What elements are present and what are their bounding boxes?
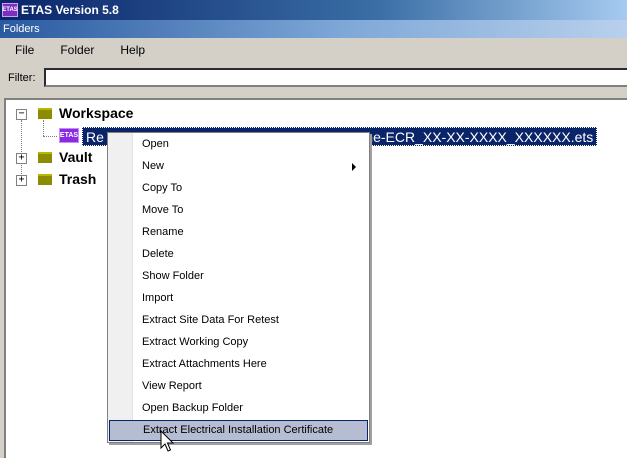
menu-item-open-backup-folder[interactable]: Open Backup Folder — [109, 398, 368, 419]
menu-item-label: Copy To — [142, 182, 183, 194]
menu-item-label: Extract Attachments Here — [142, 358, 267, 370]
trash-expand-icon[interactable]: + — [16, 175, 27, 186]
menu-item-move-to[interactable]: Move To — [109, 200, 368, 221]
menu-item-extract-attachments[interactable]: Extract Attachments Here — [109, 354, 368, 375]
menu-item-label: Show Folder — [142, 270, 204, 282]
menu-item-label: New — [142, 160, 165, 172]
tree-item-vault[interactable]: Vault — [59, 149, 92, 165]
menu-item-import[interactable]: Import — [109, 288, 368, 309]
menu-item-show-folder[interactable]: Show Folder — [109, 266, 368, 287]
workspace-folder-icon — [38, 108, 52, 119]
submenu-arrow-icon — [352, 163, 356, 171]
menu-item-label: Import — [142, 292, 174, 304]
vault-expand-icon[interactable]: + — [16, 153, 27, 164]
menu-item-rename[interactable]: Rename — [109, 222, 368, 243]
menu-item-label: Move To — [142, 204, 184, 216]
vault-folder-icon — [38, 152, 52, 163]
tree-connector — [43, 120, 44, 136]
menu-bar: File Folder Help — [0, 38, 627, 62]
menu-item-label: Extract Site Data For Retest — [142, 314, 279, 326]
tree-connector — [43, 136, 57, 137]
menu-help[interactable]: Help — [106, 43, 157, 57]
menu-item-delete[interactable]: Delete — [109, 244, 368, 265]
menu-item-label: Open — [142, 138, 169, 150]
tree-item-workspace[interactable]: Workspace — [59, 105, 133, 121]
menu-item-extract-eic[interactable]: Extract Electrical Installation Certific… — [109, 420, 368, 441]
tree-item-trash[interactable]: Trash — [59, 171, 96, 187]
mouse-pointer-icon — [160, 430, 175, 452]
filter-label: Filter: — [8, 72, 36, 84]
menu-item-view-report[interactable]: View Report — [109, 376, 368, 397]
panel-title: Folders — [3, 23, 40, 35]
workspace-collapse-icon[interactable]: − — [16, 109, 27, 120]
menu-item-label: Open Backup Folder — [142, 402, 243, 414]
menu-file[interactable]: File — [0, 43, 46, 57]
filter-row: Filter: — [0, 66, 627, 90]
menu-item-label: Rename — [142, 226, 184, 238]
menu-item-extract-site-data[interactable]: Extract Site Data For Retest — [109, 310, 368, 331]
menu-item-label: Delete — [142, 248, 174, 260]
title-bar[interactable]: ETAS ETAS Version 5.8 — [0, 0, 627, 20]
folders-panel-header: Folders — [0, 20, 627, 38]
etas-file-icon: ETAS — [59, 128, 79, 143]
tree-connector — [21, 120, 22, 182]
window-title: ETAS Version 5.8 — [21, 3, 119, 17]
etas-logo-icon: ETAS — [2, 3, 18, 17]
filter-input[interactable] — [44, 68, 627, 87]
menu-item-label: Extract Working Copy — [142, 336, 249, 348]
menu-item-open[interactable]: Open — [109, 134, 368, 155]
trash-folder-icon — [38, 174, 52, 185]
menu-item-label: View Report — [142, 380, 202, 392]
menu-item-extract-working-copy[interactable]: Extract Working Copy — [109, 332, 368, 353]
menu-folder[interactable]: Folder — [46, 43, 106, 57]
context-menu: Open New Copy To Move To Rename Delete S… — [107, 132, 370, 443]
menu-item-copy-to[interactable]: Copy To — [109, 178, 368, 199]
menu-item-new[interactable]: New — [109, 156, 368, 177]
